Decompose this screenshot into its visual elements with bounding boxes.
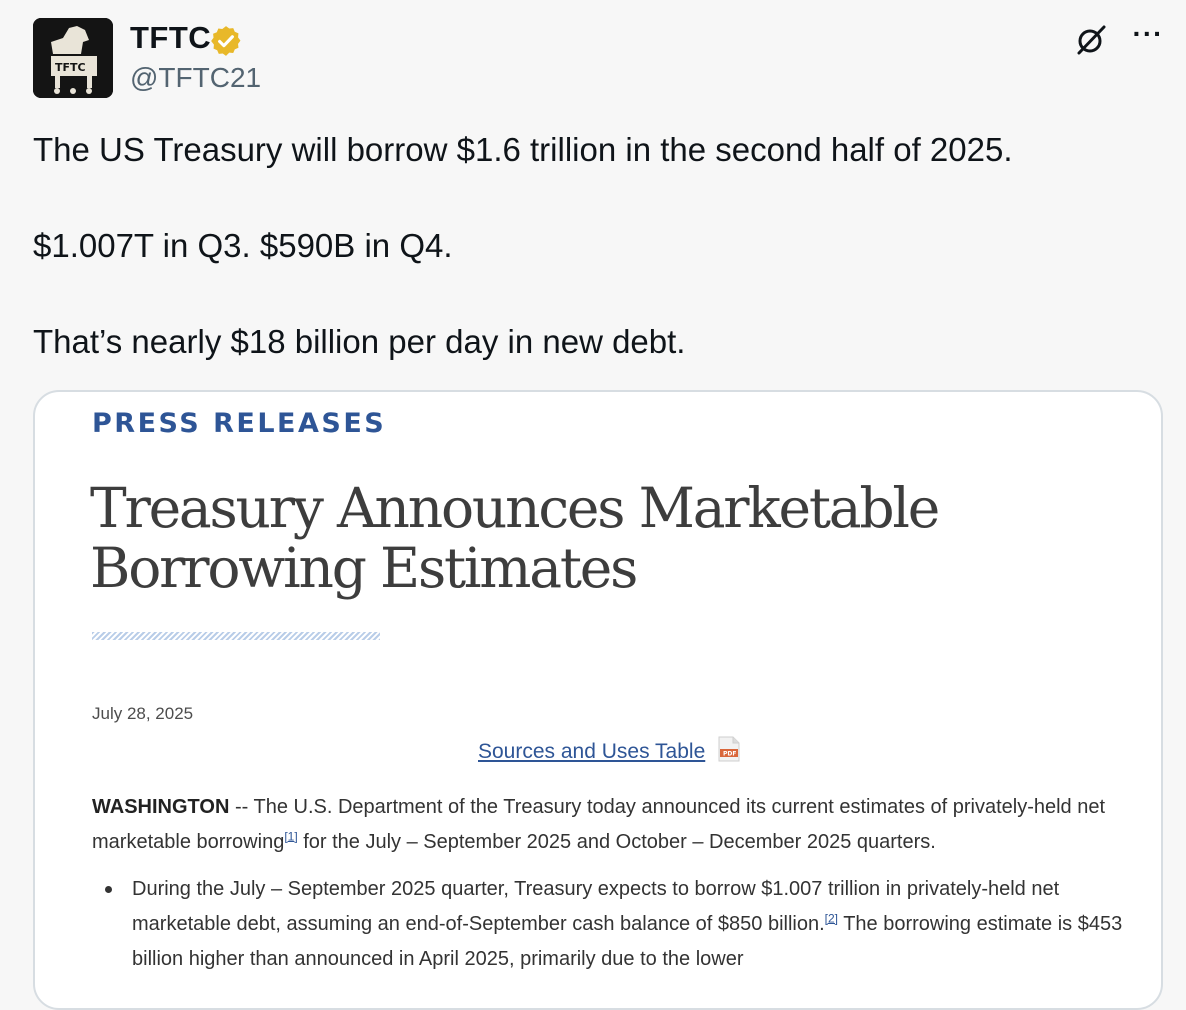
sources-and-uses-link[interactable]: Sources and Uses Table [478,740,705,764]
dateline: WASHINGTON [92,796,230,818]
author-handle[interactable]: @TFTC21 [130,62,261,94]
paragraph-text: for the July – September 2025 and Octobe… [297,831,936,853]
decorative-rule [92,632,380,640]
footnote-link[interactable]: [2] [825,911,838,925]
attached-image-card[interactable]: PRESS RELEASES Treasury Announces Market… [33,390,1163,1010]
tweet-text-line: That’s nearly $18 billion per day in new… [33,323,686,360]
tweet-text-line: $1.007T in Q3. $590B in Q4. [33,227,453,264]
press-release-headline: Treasury Announces Marketable Borrowing … [90,476,940,600]
press-releases-label: PRESS RELEASES [92,408,387,439]
pdf-icon[interactable]: PDF [717,736,741,762]
footnote-link[interactable]: [1] [284,829,297,843]
more-icon[interactable]: ··· [1128,14,1168,54]
author-display-name[interactable]: TFTC [130,20,211,56]
avatar[interactable]: TFTC [33,18,113,98]
list-item: During the July – September 2025 quarter… [132,872,1132,977]
svg-text:TFTC: TFTC [55,61,86,74]
bullet-marker [105,886,112,893]
grok-icon[interactable] [1073,22,1109,58]
press-release-date: July 28, 2025 [92,704,194,723]
tweet-text-line: The US Treasury will borrow $1.6 trillio… [33,131,1013,168]
trojan-horse-logo-icon: TFTC [33,18,113,98]
press-release-paragraph: WASHINGTON -- The U.S. Department of the… [92,790,1132,860]
verified-badge-icon [211,26,241,56]
svg-text:PDF: PDF [723,751,736,758]
